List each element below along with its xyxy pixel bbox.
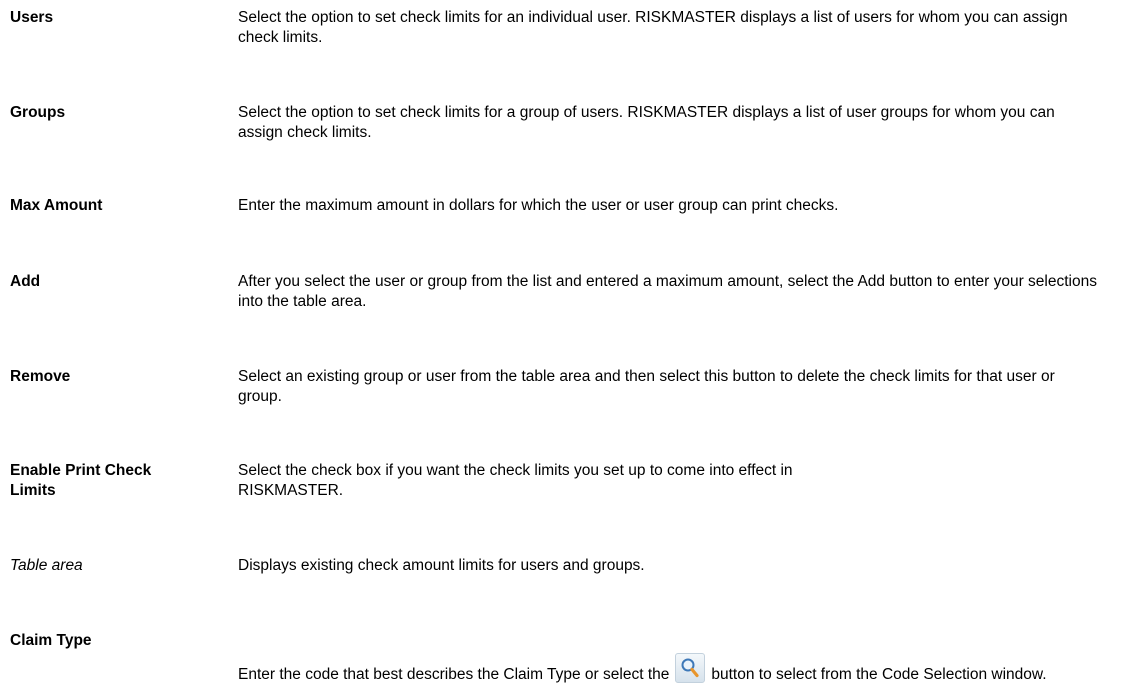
term-remove: Remove bbox=[10, 368, 71, 385]
desc-add: After you select the user or group from … bbox=[238, 273, 1097, 310]
desc-remove: Select an existing group or user from th… bbox=[238, 368, 1055, 405]
term-claim-type: Claim Type bbox=[10, 632, 92, 649]
desc-groups: Select the option to set check limits fo… bbox=[238, 104, 1055, 141]
desc-enable-print-check-limits: Select the check box if you want the che… bbox=[238, 462, 793, 499]
desc-claim-type: Enter the code that best describes the C… bbox=[238, 653, 1128, 685]
term-max-amount: Max Amount bbox=[10, 197, 103, 214]
term-users: Users bbox=[10, 9, 54, 26]
term-enable-print-check-limits: Enable Print Check Limits bbox=[10, 462, 152, 499]
term-table-area: Table area bbox=[10, 557, 83, 574]
term-add: Add bbox=[10, 273, 41, 290]
desc-users: Select the option to set check limits fo… bbox=[238, 9, 1068, 46]
desc-max-amount: Enter the maximum amount in dollars for … bbox=[238, 197, 839, 214]
desc-table-area: Displays existing check amount limits fo… bbox=[238, 557, 645, 574]
desc-claim-type-before: Enter the code that best describes the C… bbox=[238, 666, 670, 683]
search-icon bbox=[681, 658, 699, 678]
term-groups: Groups bbox=[10, 104, 66, 121]
search-button[interactable] bbox=[675, 653, 706, 683]
desc-claim-type-after: button to select from the Code Selection… bbox=[711, 666, 1047, 683]
